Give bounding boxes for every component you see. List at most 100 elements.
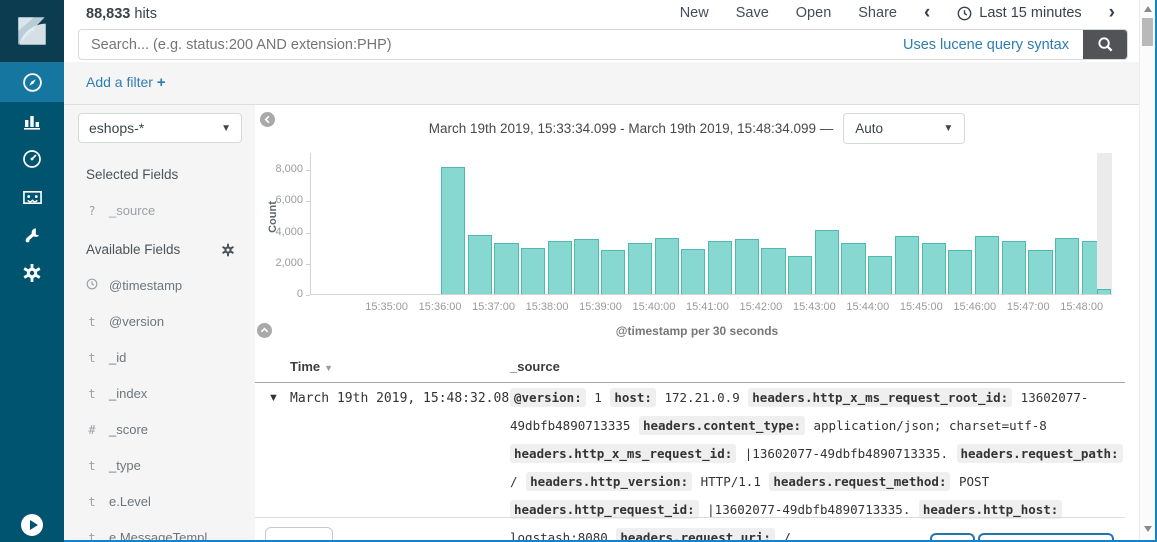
histogram-bar-15:42:30[interactable] — [788, 256, 812, 294]
collapse-chart-button[interactable] — [257, 323, 272, 338]
menu-share[interactable]: Share — [858, 5, 897, 21]
nav-dashboard[interactable] — [0, 140, 64, 178]
histogram-bar-15:37:00[interactable] — [494, 243, 518, 294]
kibana-logo-icon — [14, 13, 50, 49]
timepicker-forward-icon[interactable]: › — [1109, 4, 1115, 22]
x-tick-label: 15:46:00 — [953, 301, 996, 313]
histogram-bar-15:48:30[interactable] — [1097, 289, 1111, 294]
field-settings-gear-icon[interactable] — [221, 243, 235, 257]
nav-timelion[interactable] — [0, 178, 64, 216]
search-input[interactable] — [79, 37, 903, 53]
index-pattern-select[interactable]: eshops-* ▼ — [78, 113, 242, 143]
histogram-bar-15:43:30[interactable] — [841, 243, 865, 294]
histogram-chart: Count 02,0004,0006,0008,000 15:35:0015:3… — [255, 151, 1139, 351]
source-field-key: headers.http_x_ms_request_id: — [510, 444, 736, 463]
field-type-icon: t — [86, 351, 98, 365]
histogram-bar-15:39:00[interactable] — [601, 250, 625, 294]
y-tick-label: 8,000 — [257, 163, 303, 175]
clock-icon — [957, 6, 972, 21]
nav-management[interactable] — [0, 254, 64, 292]
gear-icon — [22, 263, 42, 283]
source-field-value: POST — [950, 472, 990, 491]
histogram-bar-15:40:00[interactable] — [655, 238, 679, 294]
histogram-bar-15:46:00[interactable] — [975, 236, 999, 294]
time-range-label: March 19th 2019, 15:33:34.099 - March 19… — [429, 121, 834, 136]
x-tick-label: 15:44:00 — [846, 301, 889, 313]
interval-select[interactable]: Auto ▼ — [843, 113, 965, 144]
timepicker[interactable]: Last 15 minutes — [957, 5, 1081, 21]
app-nav — [0, 0, 64, 542]
x-tick-label: 15:36:00 — [419, 301, 462, 313]
field-type-icon: t — [86, 315, 98, 329]
field-item-e.Level[interactable]: te.Level — [86, 494, 255, 509]
lucene-syntax-link[interactable]: Uses lucene query syntax — [903, 37, 1069, 53]
x-axis-caption: @timestamp per 30 seconds — [255, 324, 1139, 338]
histogram-bar-15:36:00[interactable] — [441, 167, 465, 294]
field-item-@version[interactable]: t @version — [86, 314, 255, 329]
scrollbar-up-arrow-icon[interactable] — [1144, 6, 1152, 12]
field-name: _type — [109, 458, 141, 473]
histogram-bar-15:39:30[interactable] — [628, 243, 652, 294]
field-item-_score[interactable]: #_score — [86, 422, 255, 437]
compass-icon — [22, 72, 43, 93]
x-tick-label: 15:35:00 — [365, 301, 408, 313]
fields-sidebar: eshops-* ▼ Selected Fields ?_source Avai… — [64, 105, 255, 542]
y-tick-label: 0 — [257, 288, 303, 300]
histogram-bar-15:44:30[interactable] — [895, 236, 919, 294]
histogram-bar-15:37:30[interactable] — [521, 248, 545, 294]
row-expand-caret-icon[interactable]: ▼ — [268, 392, 279, 404]
histogram-bar-15:42:00[interactable] — [761, 248, 785, 294]
row-source-cell: @version: 1 host: 172.21.0.9 headers.htt… — [510, 384, 1135, 542]
filter-bar: Add a filter + — [64, 62, 1139, 105]
x-tick-label: 15:39:00 — [579, 301, 622, 313]
histogram-bar-15:46:30[interactable] — [1002, 241, 1026, 294]
add-filter-button[interactable]: Add a filter + — [86, 74, 166, 91]
timepicker-back-icon[interactable]: ‹ — [924, 4, 930, 22]
scrollbar-down-arrow-icon[interactable] — [1144, 526, 1152, 532]
available-fields-list: @timestampt@versiont_idt_index#_scoret_t… — [64, 278, 255, 542]
scrollbar-thumb[interactable] — [1142, 18, 1153, 46]
field-type-icon: t — [86, 495, 98, 509]
histogram-bar-15:38:00[interactable] — [548, 241, 572, 294]
histogram-bar-15:45:00[interactable] — [922, 243, 946, 294]
histogram-bar-15:47:00[interactable] — [1028, 250, 1052, 294]
column-header-source[interactable]: _source — [510, 359, 560, 374]
kibana-logo[interactable] — [0, 0, 64, 62]
search-row: Uses lucene query syntax — [78, 29, 1128, 60]
histogram-bar-15:47:30[interactable] — [1055, 238, 1079, 294]
field-item-_id[interactable]: t_id — [86, 350, 255, 365]
vertical-scrollbar[interactable] — [1139, 0, 1155, 540]
nav-visualize[interactable] — [0, 102, 64, 140]
histogram-bar-15:36:30[interactable] — [468, 235, 492, 294]
available-fields-title: Available Fields — [86, 242, 235, 257]
menu-new[interactable]: New — [680, 5, 709, 21]
histogram-bar-15:45:30[interactable] — [948, 250, 972, 294]
histogram-bar-15:40:30[interactable] — [681, 249, 705, 294]
nav-discover[interactable] — [0, 62, 64, 102]
nav-dev-tools[interactable] — [0, 216, 64, 254]
histogram-plot-area[interactable] — [310, 153, 1112, 295]
y-tick-label: 2,000 — [257, 257, 303, 269]
field-name: _score — [109, 422, 148, 437]
field-item-_index[interactable]: t_index — [86, 386, 255, 401]
source-field-value: application/json; charset=utf-8 — [805, 416, 1048, 435]
discover-content: March 19th 2019, 15:33:34.099 - March 19… — [255, 105, 1139, 542]
sort-descending-icon[interactable]: ▼ — [324, 363, 333, 373]
field-item-@timestamp[interactable]: @timestamp — [86, 278, 255, 293]
menu-open[interactable]: Open — [796, 5, 831, 21]
column-header-time[interactable]: Time▼ — [290, 359, 333, 374]
bar-chart-icon — [22, 111, 42, 131]
search-button[interactable] — [1083, 29, 1127, 60]
histogram-bar-15:44:00[interactable] — [868, 256, 892, 294]
menu-save[interactable]: Save — [736, 5, 769, 21]
nav-collapse-button[interactable] — [0, 514, 64, 536]
field-item-_source[interactable]: ?_source — [86, 203, 255, 218]
field-item-_type[interactable]: t_type — [86, 458, 255, 473]
histogram-bar-15:41:30[interactable] — [735, 239, 759, 294]
field-name: @version — [109, 314, 164, 329]
timepicker-label: Last 15 minutes — [979, 5, 1081, 21]
histogram-bar-15:43:00[interactable] — [815, 230, 839, 294]
histogram-bar-15:38:30[interactable] — [574, 239, 598, 294]
field-type-icon: ? — [86, 204, 98, 218]
histogram-bar-15:41:00[interactable] — [708, 241, 732, 294]
